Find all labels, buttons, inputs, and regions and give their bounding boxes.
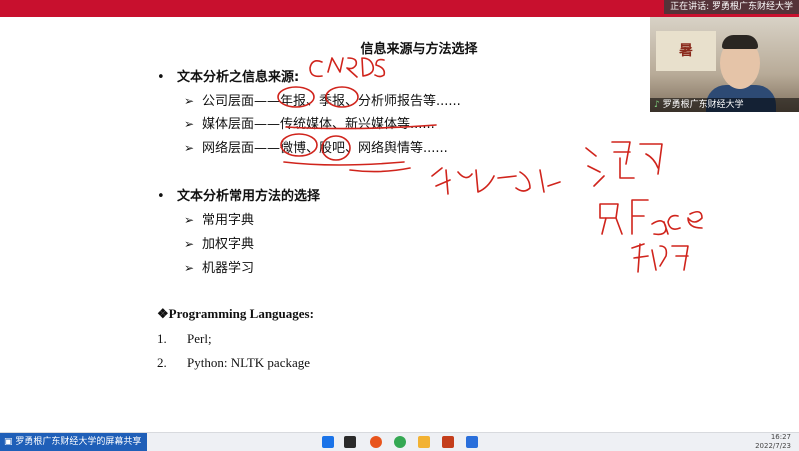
circle-weibo (280, 133, 318, 157)
windows-start-icon[interactable] (322, 436, 334, 448)
webcam-video: 暑 ♪ 罗勇根广东财经大学 (650, 17, 799, 112)
powerpoint-icon[interactable] (442, 436, 454, 448)
scribble-cnrds (309, 57, 386, 78)
clock-time: 16:27 (770, 433, 791, 441)
meeting-app-icon[interactable] (466, 436, 478, 448)
task-view-icon[interactable] (344, 436, 356, 448)
file-explorer-icon[interactable] (418, 436, 430, 448)
microphone-icon: ♪ (654, 100, 660, 110)
browser-icon[interactable] (394, 436, 406, 448)
system-clock[interactable]: 16:27 2022/7/23 (755, 433, 791, 451)
underline-media (285, 124, 437, 130)
scribble-face (599, 199, 703, 236)
scribble-taobao (585, 141, 663, 187)
webcam-banner: 暑 (656, 31, 716, 71)
scribble-near-methods (431, 167, 561, 195)
underline-network (283, 161, 411, 173)
share-screen-icon: ▣ (4, 437, 13, 447)
taskbar: ▣ 罗勇根广东财经大学的屏幕共享 16:27 2022/7/23 (0, 432, 799, 451)
share-label-text: 罗勇根广东财经大学的屏幕共享 (15, 437, 142, 447)
screen-share-indicator[interactable]: ▣ 罗勇根广东财经大学的屏幕共享 (0, 433, 148, 451)
circle-guba (321, 135, 351, 161)
speaker-hair (722, 35, 758, 49)
webcam-name-label: ♪ 罗勇根广东财经大学 (650, 98, 799, 112)
scribble-chinese (631, 243, 689, 273)
webcam-name-text: 罗勇根广东财经大学 (662, 100, 744, 110)
app-icon-1[interactable] (370, 436, 382, 448)
circle-annual-report (277, 86, 315, 108)
circle-quarterly-report (325, 86, 359, 108)
